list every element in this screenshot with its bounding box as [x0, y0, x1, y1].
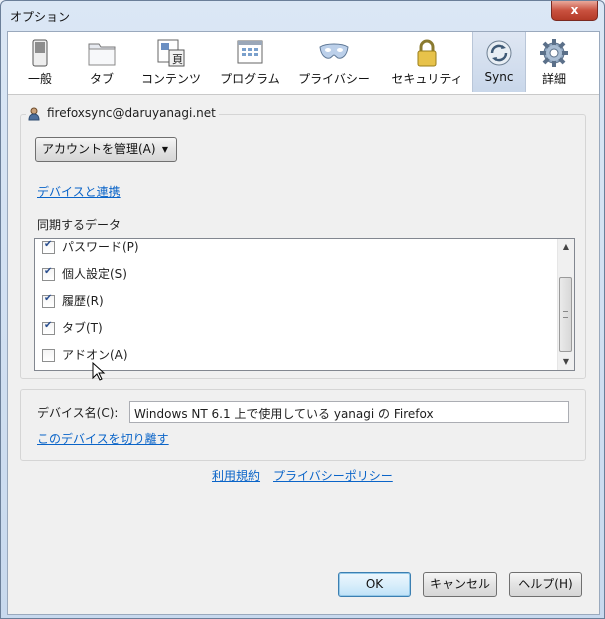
tab-security[interactable]: セキュリティ: [386, 32, 468, 92]
tab-tabs[interactable]: タブ: [76, 32, 128, 92]
list-scrollbar[interactable]: ▲ ▼: [557, 239, 574, 370]
tab-privacy[interactable]: プライバシー: [292, 32, 376, 92]
tabs-checkbox[interactable]: [42, 320, 55, 335]
sync-data-list[interactable]: パスワード(P) 個人設定(S) 履歴(R) タブ(T) アドオン(A) ▲: [34, 238, 575, 371]
preferences-toolbar: 一般 タブ 頁 コンテンツ プログラム プライバシー セキュリティ Sync 詳…: [8, 32, 599, 95]
account-caption: firefoxsync@daruyanagi.net: [26, 106, 219, 122]
svg-text:頁: 頁: [172, 53, 183, 66]
dialog-client: 一般 タブ 頁 コンテンツ プログラム プライバシー セキュリティ Sync 詳…: [7, 31, 600, 615]
window-title: オプション: [10, 10, 71, 24]
device-group: [20, 389, 586, 461]
history-checkbox[interactable]: [42, 293, 55, 308]
passwords-checkbox[interactable]: [42, 239, 55, 254]
tab-content[interactable]: 頁 コンテンツ: [136, 32, 206, 92]
tab-sync[interactable]: Sync: [472, 32, 526, 92]
padlock-icon: [417, 39, 437, 67]
devices-link[interactable]: デバイスと連携: [37, 183, 121, 200]
addons-checkbox[interactable]: [42, 349, 55, 362]
manage-account-label: アカウントを管理(A): [42, 142, 156, 156]
mouse-pointer-icon: [92, 362, 106, 381]
tab-general[interactable]: 一般: [18, 32, 62, 92]
mask-icon: [319, 43, 349, 59]
account-email: firefoxsync@daruyanagi.net: [47, 106, 216, 120]
switch-icon: [32, 39, 48, 67]
cancel-button[interactable]: キャンセル: [423, 572, 497, 597]
user-icon: [28, 107, 40, 121]
help-button[interactable]: ヘルプ(H): [509, 572, 582, 597]
history-label: 履歴(R): [62, 294, 104, 308]
scroll-thumb[interactable]: [559, 277, 572, 352]
sync-data-heading: 同期するデータ: [37, 218, 122, 232]
tab-advanced[interactable]: 詳細: [532, 32, 576, 92]
tabs-label: タブ(T): [62, 321, 103, 335]
manage-account-button[interactable]: アカウントを管理(A) ▼: [35, 137, 177, 162]
tab-programs[interactable]: プログラム: [214, 32, 286, 92]
ok-button[interactable]: OK: [338, 572, 411, 597]
passwords-label: パスワード(P): [62, 240, 139, 254]
prefs-checkbox[interactable]: [42, 266, 55, 281]
addons-label: アドオン(A): [62, 348, 128, 362]
title-bar[interactable]: オプション x: [1, 1, 604, 31]
privacy-policy-link[interactable]: プライバシーポリシー: [273, 467, 393, 484]
terms-link[interactable]: 利用規約: [212, 467, 260, 484]
program-window-icon: [237, 40, 263, 64]
disconnect-device-link[interactable]: このデバイスを切り離す: [37, 430, 169, 447]
content-page-icon: 頁: [157, 39, 185, 67]
folder-tabs-icon: [88, 43, 116, 66]
dropdown-arrow-icon: ▼: [161, 145, 168, 154]
options-window: オプション x 一般 タブ 頁 コンテンツ プログラム プライバシー セキュリテ…: [0, 0, 605, 619]
gear-icon: [540, 39, 568, 67]
scroll-down-arrow-icon[interactable]: ▼: [558, 354, 574, 370]
prefs-label: 個人設定(S): [62, 267, 127, 281]
close-button[interactable]: x: [551, 1, 598, 21]
sync-icon: [486, 40, 512, 66]
device-name-input[interactable]: Windows NT 6.1 上で使用している yanagi の Firefox: [129, 401, 569, 423]
scroll-up-arrow-icon[interactable]: ▲: [558, 239, 574, 255]
device-name-label: デバイス名(C):: [37, 406, 119, 420]
